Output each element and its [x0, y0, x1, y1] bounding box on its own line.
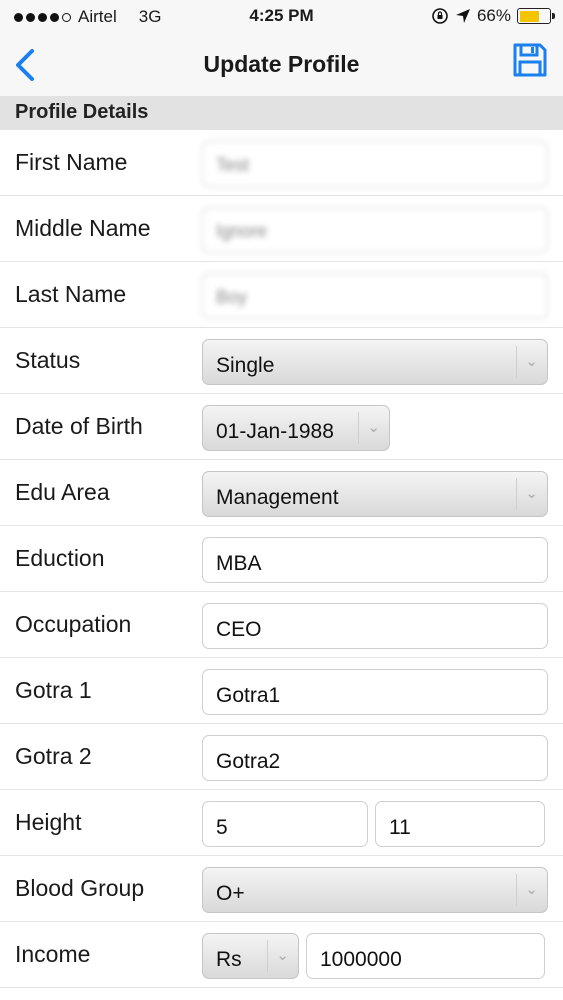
row-first-name: First Name Test: [0, 130, 563, 196]
navigation-bar: Update Profile: [0, 34, 563, 96]
education-label: Eduction: [15, 545, 105, 571]
row-middle-name: Middle Name Ignore: [0, 196, 563, 262]
status-select[interactable]: Single ⌄: [202, 339, 548, 385]
row-height: Height 5 11: [0, 790, 563, 856]
blood-group-label: Blood Group: [15, 875, 145, 901]
edu-area-label: Edu Area: [15, 479, 110, 505]
edu-area-value: Management: [216, 486, 339, 509]
first-name-label: First Name: [15, 149, 128, 175]
row-blood-group: Blood Group O+ ⌄: [0, 856, 563, 922]
save-button[interactable]: [511, 41, 549, 79]
chevron-down-icon: ⌄: [276, 947, 289, 964]
gotra-1-label: Gotra 1: [15, 677, 92, 703]
row-last-name: Last Name Boy: [0, 262, 563, 328]
select-divider: [516, 478, 517, 510]
floppy-disk-icon: [513, 43, 547, 77]
battery-percent: 66%: [476, 6, 511, 25]
middle-name-label: Middle Name: [15, 215, 151, 241]
income-currency-select[interactable]: Rs ⌄: [202, 933, 299, 979]
row-status: Status Single ⌄: [0, 328, 563, 394]
location-arrow-icon: [455, 9, 470, 23]
last-name-label: Last Name: [15, 281, 127, 307]
row-occupation: Occupation CEO: [0, 592, 563, 658]
blood-group-select[interactable]: O+ ⌄: [202, 867, 548, 913]
chevron-down-icon: ⌄: [525, 881, 538, 898]
select-divider: [267, 940, 268, 972]
edu-area-select[interactable]: Management ⌄: [202, 471, 548, 517]
section-header-profile-details: Profile Details: [0, 96, 563, 130]
chevron-down-icon: ⌄: [367, 419, 380, 436]
occupation-field[interactable]: CEO: [202, 603, 548, 649]
orientation-lock-icon: [432, 8, 448, 24]
page-title: Update Profile: [203, 51, 360, 77]
income-currency-value: Rs: [216, 948, 242, 971]
height-feet-field[interactable]: 5: [202, 801, 368, 847]
occupation-label: Occupation: [15, 611, 132, 637]
chevron-down-icon: ⌄: [525, 485, 538, 502]
education-field[interactable]: MBA: [202, 537, 548, 583]
height-label: Height: [15, 809, 82, 835]
gotra-1-field[interactable]: Gotra1: [202, 669, 548, 715]
select-divider: [516, 346, 517, 378]
status-value: Single: [216, 354, 275, 377]
date-of-birth-picker[interactable]: 01-Jan-1988 ⌄: [202, 405, 390, 451]
row-gotra-1: Gotra 1 Gotra1: [0, 658, 563, 724]
income-label: Income: [15, 941, 91, 967]
chevron-down-icon: ⌄: [525, 353, 538, 370]
row-income: Income Rs ⌄ 1000000: [0, 922, 563, 988]
last-name-field[interactable]: Boy: [202, 273, 548, 319]
date-of-birth-label: Date of Birth: [15, 413, 143, 439]
gotra-2-field[interactable]: Gotra2: [202, 735, 548, 781]
row-education: Eduction MBA: [0, 526, 563, 592]
middle-name-field[interactable]: Ignore: [202, 207, 548, 253]
date-of-birth-value: 01-Jan-1988: [216, 420, 334, 443]
battery-level-fill: [519, 10, 539, 22]
profile-form: First Name Test Middle Name Ignore Last …: [0, 130, 563, 988]
gotra-2-label: Gotra 2: [15, 743, 92, 769]
row-edu-area: Edu Area Management ⌄: [0, 460, 563, 526]
status-label: Status: [15, 347, 81, 373]
select-divider: [516, 874, 517, 906]
status-bar: Airtel 3G 4:25 PM 66%: [0, 0, 563, 34]
status-right: 66%: [431, 6, 555, 26]
select-divider: [358, 412, 359, 444]
income-amount-field[interactable]: 1000000: [306, 933, 545, 979]
first-name-field[interactable]: Test: [202, 141, 548, 187]
blood-group-value: O+: [216, 882, 245, 905]
row-date-of-birth: Date of Birth 01-Jan-1988 ⌄: [0, 394, 563, 460]
height-inches-field[interactable]: 11: [375, 801, 545, 847]
battery-icon: [517, 8, 555, 24]
row-gotra-2: Gotra 2 Gotra2: [0, 724, 563, 790]
